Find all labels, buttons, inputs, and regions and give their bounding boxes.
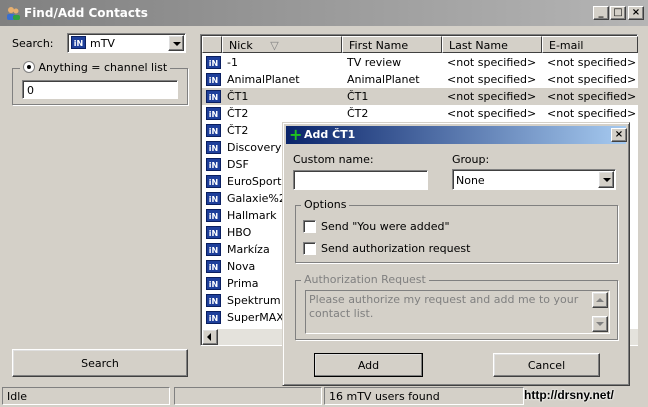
channel-input[interactable]: 0 [22,80,178,99]
chevron-down-icon[interactable] [168,35,184,51]
header-email[interactable]: E-mail [542,36,638,53]
channel-radio-wrap[interactable]: Anything = channel list [20,61,171,74]
network-icon: iN [206,124,221,137]
network-icon: iN [206,226,221,239]
network-icon: iN [206,56,221,69]
header-last-name[interactable]: Last Name [442,36,542,53]
network-icon: iN [206,277,221,290]
channel-input-value: 0 [27,84,34,97]
network-icon: iN [206,311,221,324]
radio-selected-icon[interactable] [23,61,35,73]
cell-first: ČT1 [347,90,369,103]
close-icon: × [631,7,641,18]
network-icon: iN [206,209,221,222]
status-middle [174,387,322,405]
network-icon: iN [206,141,221,154]
auth-textarea[interactable]: Please authorize my request and add me t… [305,290,610,334]
arrow-down-icon [596,322,604,326]
cell-email: <not specified> [547,90,637,103]
table-row[interactable]: iN -1 TV review <not specified> <not specifi… [202,54,638,71]
network-icon: iN [206,260,221,273]
cell-nick: -1 [227,56,238,69]
network-icon: iN [206,73,221,86]
checkbox-you-were-added-label[interactable]: Send "You were added" [321,220,450,233]
window-title: Find/Add Contacts [24,6,148,20]
cell-last: <not specified> [447,73,537,86]
cell-nick: ČT1 [227,90,249,103]
cancel-button[interactable]: Cancel [493,353,600,377]
scroll-up-button[interactable] [592,292,608,308]
table-row[interactable]: iN AnimalPlanet AnimalPlanet <not specified… [202,71,638,88]
cell-nick: AnimalPlanet [227,73,300,86]
add-contact-dialog: + Add ČT1 × Custom name: Group: None Opt… [282,122,630,386]
group-label: Group: [452,153,490,166]
chevron-down-icon[interactable] [598,171,614,188]
network-icon: iN [206,192,221,205]
scroll-left-button[interactable] [202,329,218,345]
cell-last: <not specified> [447,107,537,120]
cell-email: <not specified> [547,56,637,69]
cell-first: ČT2 [347,107,369,120]
cell-last: <not specified> [447,90,537,103]
cell-last: <not specified> [447,56,537,69]
network-select[interactable]: iN mTV [67,33,186,53]
network-icon: iN [206,107,221,120]
network-icon: iN [206,90,221,103]
arrow-left-icon [207,333,211,341]
cell-email: <not specified> [547,107,637,120]
header-nick-label: Nick [229,39,253,52]
network-icon: iN [206,175,221,188]
arrow-up-icon [596,298,604,302]
custom-name-label: Custom name: [293,153,374,166]
status-left: Idle [2,387,170,405]
search-label: Search: [12,37,54,50]
header-icon-col[interactable] [202,36,222,53]
search-button[interactable]: Search [12,349,188,377]
table-row[interactable]: iN ČT1 ČT1 <not specified> <not specified> [202,88,638,105]
window-titlebar[interactable]: Find/Add Contacts _ □ × [0,0,648,26]
add-button[interactable]: Add [314,353,423,377]
cell-first: AnimalPlanet [347,73,420,86]
network-icon: iN [206,158,221,171]
channel-radio-label: Anything = channel list [38,61,168,74]
network-icon: iN [71,36,86,49]
contacts-icon [7,7,20,20]
header-first-name[interactable]: First Name [342,36,442,53]
maximize-button[interactable]: □ [610,6,626,20]
minimize-icon: _ [598,7,604,18]
cell-first: TV review [347,56,402,69]
checkbox-you-were-added[interactable] [303,220,316,233]
network-icon: iN [206,243,221,256]
checkbox-auth-request-label[interactable]: Send authorization request [321,242,470,255]
header-nick[interactable]: Nick ▽ [222,36,342,53]
auth-label: Authorization Request [301,273,429,286]
network-select-value: mTV [90,37,115,50]
auth-textarea-text: Please authorize my request and add me t… [309,293,579,320]
add-plus-icon: + [289,125,303,144]
find-add-contacts-window: Find/Add Contacts _ □ × Search: iN mTV A… [0,0,648,407]
group-select[interactable]: None [452,169,616,190]
dialog-close-button[interactable]: × [611,128,627,142]
sort-desc-icon: ▽ [270,39,279,52]
cell-nick: ČT2 [227,107,249,120]
close-icon: × [614,129,624,140]
maximize-icon: □ [613,7,623,18]
group-select-value: None [456,174,485,187]
dialog-titlebar[interactable]: + Add ČT1 × [286,125,627,144]
custom-name-input[interactable] [293,170,428,190]
options-label: Options [301,198,350,211]
watermark-text: http://drsny.net/ [524,388,614,402]
table-row[interactable]: iN ČT2 ČT2 <not specified> <not specified> [202,105,638,122]
auth-scrollbar[interactable] [592,292,608,332]
network-icon: iN [206,294,221,307]
close-button[interactable]: × [628,6,644,20]
dialog-title: Add ČT1 [304,128,356,141]
cell-email: <not specified> [547,73,637,86]
status-right: 16 mTV users found [324,387,524,405]
checkbox-auth-request[interactable] [303,242,316,255]
minimize-button[interactable]: _ [593,6,609,20]
scroll-down-button[interactable] [592,316,608,332]
